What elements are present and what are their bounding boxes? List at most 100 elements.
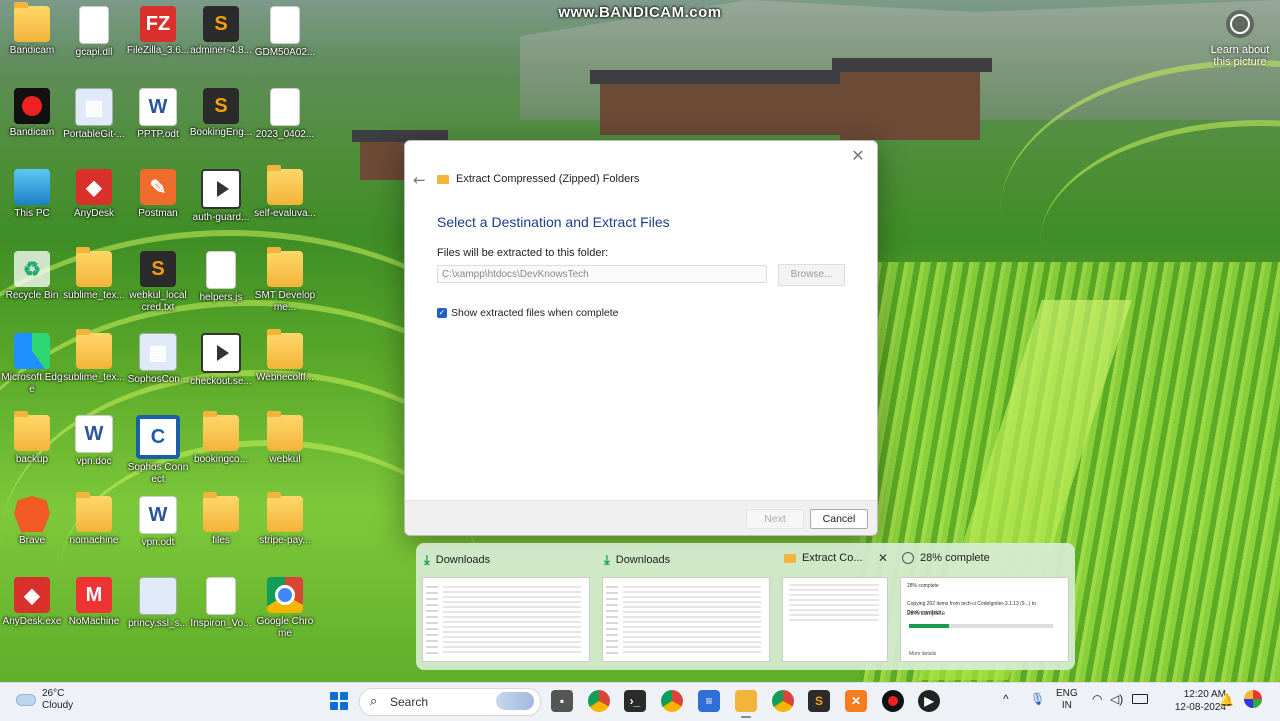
next-button[interactable]: Next	[746, 509, 804, 529]
desktop-icon[interactable]: C Sophos Connect	[126, 415, 190, 486]
brave-icon	[14, 496, 50, 532]
chrome-icon[interactable]	[588, 690, 610, 712]
thumbnail-downloads-1[interactable]: ⤓ Downloads	[416, 543, 596, 670]
wifi-icon[interactable]: ◠	[1092, 692, 1102, 706]
chrome-icon[interactable]	[772, 690, 794, 712]
media-player-icon[interactable]: ▶	[918, 690, 940, 712]
close-icon[interactable]: ✕	[878, 551, 888, 565]
download-arrow-icon: ⤓	[424, 552, 430, 567]
desktop-icon[interactable]: ◆ AnyDesk	[62, 169, 126, 220]
chevron-up-icon[interactable]: ^	[1003, 692, 1009, 706]
thumbnail-window-preview	[602, 577, 770, 662]
desktop-icon[interactable]: ✎ Postman	[126, 169, 190, 220]
microphone-icon[interactable]: 🎙	[1030, 692, 1045, 706]
desktop-icon[interactable]: Sadminer-4.8...	[189, 6, 253, 57]
desktop-icon[interactable]: GDM50A02...	[253, 6, 317, 59]
more-details-link[interactable]: More details	[909, 651, 936, 657]
desktop-icon[interactable]: ▦ SophosCon...	[126, 333, 190, 386]
copilot-icon[interactable]	[1244, 690, 1262, 708]
chrome-folder-icon	[267, 329, 303, 369]
desktop-icon[interactable]: princy.ssl_s...	[126, 577, 190, 630]
desktop-icon[interactable]: files	[189, 492, 253, 547]
desktop-icon[interactable]: Brave	[0, 496, 64, 547]
browse-button[interactable]: Browse...	[778, 264, 845, 286]
show-files-checkbox[interactable]: ✓	[437, 308, 447, 318]
desktop-icon[interactable]: FZ FileZilla_3.6...	[126, 6, 190, 57]
desktop-icon[interactable]: Webnecolff...	[253, 329, 317, 384]
notepad-icon[interactable]: ≡	[698, 690, 720, 712]
desktop-icon-label: Google Chrome	[256, 616, 314, 639]
show-files-option[interactable]: ✓ Show extracted files when complete	[437, 307, 619, 319]
gear-file-icon: ⚙	[79, 6, 109, 44]
postman-icon: ✎	[140, 169, 176, 205]
desktop-icon-label: gcapi.dll	[75, 47, 113, 58]
bandicam-icon[interactable]	[882, 690, 904, 712]
cancel-button[interactable]: Cancel	[810, 509, 868, 529]
volume-icon[interactable]: ◁)	[1110, 692, 1123, 706]
desktop-icon[interactable]: Inspiron_Vo...	[189, 577, 253, 630]
desktop-icon[interactable]: This PC	[0, 169, 64, 220]
learn-about-picture[interactable]: Learn about this picture	[1208, 10, 1272, 68]
thumbnail-copy-progress[interactable]: 28% complete 28% complete Copying 202 it…	[894, 543, 1075, 670]
desktop-icon[interactable]: bookingco...	[189, 411, 253, 466]
desktop-icon-label: BookingEng...	[189, 127, 253, 138]
desktop-icon-label: adminer-4.8...	[190, 45, 252, 56]
desktop-icon-label: SophosCon...	[127, 374, 189, 385]
desktop-icon[interactable]: stripe-pay...	[253, 492, 317, 547]
desktop-icon[interactable]: W PPTP.odt	[126, 88, 190, 141]
language-indicator[interactable]: ENG IN	[1056, 688, 1078, 712]
desktop-icon[interactable]: Microsoft Edge	[0, 333, 64, 396]
desktop-icon-label: nomachine	[69, 535, 119, 546]
temperature: 26°C	[42, 688, 65, 699]
download-arrow-icon: ⤓	[604, 552, 610, 567]
folder-icon	[267, 411, 303, 451]
desktop-icon[interactable]: 2023_0402...	[253, 88, 317, 141]
thumbnail-window-preview	[782, 577, 888, 662]
desktop-icon[interactable]: ⚙ gcapi.dll	[62, 6, 126, 59]
desktop-icon[interactable]: nomachine	[62, 492, 126, 547]
terminal-icon[interactable]: ›_	[624, 690, 646, 712]
sublime-icon[interactable]: S	[808, 690, 830, 712]
start-button[interactable]	[330, 692, 348, 710]
desktop-icon[interactable]: backup	[0, 411, 64, 466]
desktop-icon[interactable]: self-evaluva...	[253, 165, 317, 220]
desktop-icon[interactable]: Google Chrome	[253, 577, 317, 640]
desktop-icon[interactable]: Wvpn.odt	[126, 496, 190, 549]
desktop-icon-label: backup	[15, 454, 49, 465]
desktop-icon[interactable]: webkul	[253, 411, 317, 466]
desktop-icon[interactable]: ◆ AnyDesk.exe	[0, 577, 64, 628]
desktop-icon[interactable]: SMT Developme...	[253, 247, 317, 314]
desktop-icon[interactable]: S BookingEng...	[189, 88, 253, 139]
desktop-icon[interactable]: checkout.se...	[189, 333, 253, 388]
chrome-icon[interactable]	[661, 690, 683, 712]
taskbar-search[interactable]: ⌕ Search	[359, 688, 541, 716]
battery-icon[interactable]	[1132, 694, 1148, 704]
desktop-icon[interactable]: M NoMachine	[62, 577, 126, 628]
back-arrow-icon[interactable]: ←	[413, 171, 426, 189]
close-icon[interactable]: ✕	[847, 145, 869, 167]
desktop-icon-label: Bandicam	[9, 45, 55, 56]
notification-bell-icon[interactable]: 🔔	[1219, 693, 1234, 707]
desktop-icon[interactable]: sublime_tex...	[62, 329, 126, 384]
desktop-icon[interactable]: Swebkul_local cred.txt	[126, 251, 190, 314]
desktop-icon[interactable]: auth-guard...	[189, 169, 253, 224]
thumbnail-downloads-2[interactable]: ⤓ Downloads	[596, 543, 776, 670]
desktop-icon[interactable]: Wvpn.doc	[62, 415, 126, 468]
xampp-icon[interactable]: ✕	[845, 690, 867, 712]
file-explorer-icon[interactable]	[735, 690, 757, 718]
thumbnail-extract[interactable]: Extract Co... ✕	[776, 543, 894, 670]
desktop-icon[interactable]: Bandicam	[0, 2, 64, 57]
word-icon: W	[75, 415, 113, 453]
desktop-icon[interactable]: helpers.js	[189, 251, 253, 304]
desktop-icon[interactable]: Bandicam	[0, 88, 64, 139]
weather-widget[interactable]: 26°C Cloudy	[16, 688, 73, 712]
desktop-icon-label: webkul	[269, 454, 301, 465]
camera-icon	[1226, 10, 1254, 38]
folder-icon	[267, 247, 303, 287]
destination-path-input[interactable]: C:\xampp\htdocs\DevKnowsTech	[437, 265, 767, 283]
desktop-icon[interactable]: ♻ Recycle Bin	[0, 251, 64, 302]
desktop-icon[interactable]: sublime_tex...	[62, 247, 126, 302]
folder-icon	[76, 492, 112, 532]
desktop-icon[interactable]: ▦ PortableGit-...	[62, 88, 126, 141]
task-view-icon[interactable]: ▪	[551, 690, 573, 712]
